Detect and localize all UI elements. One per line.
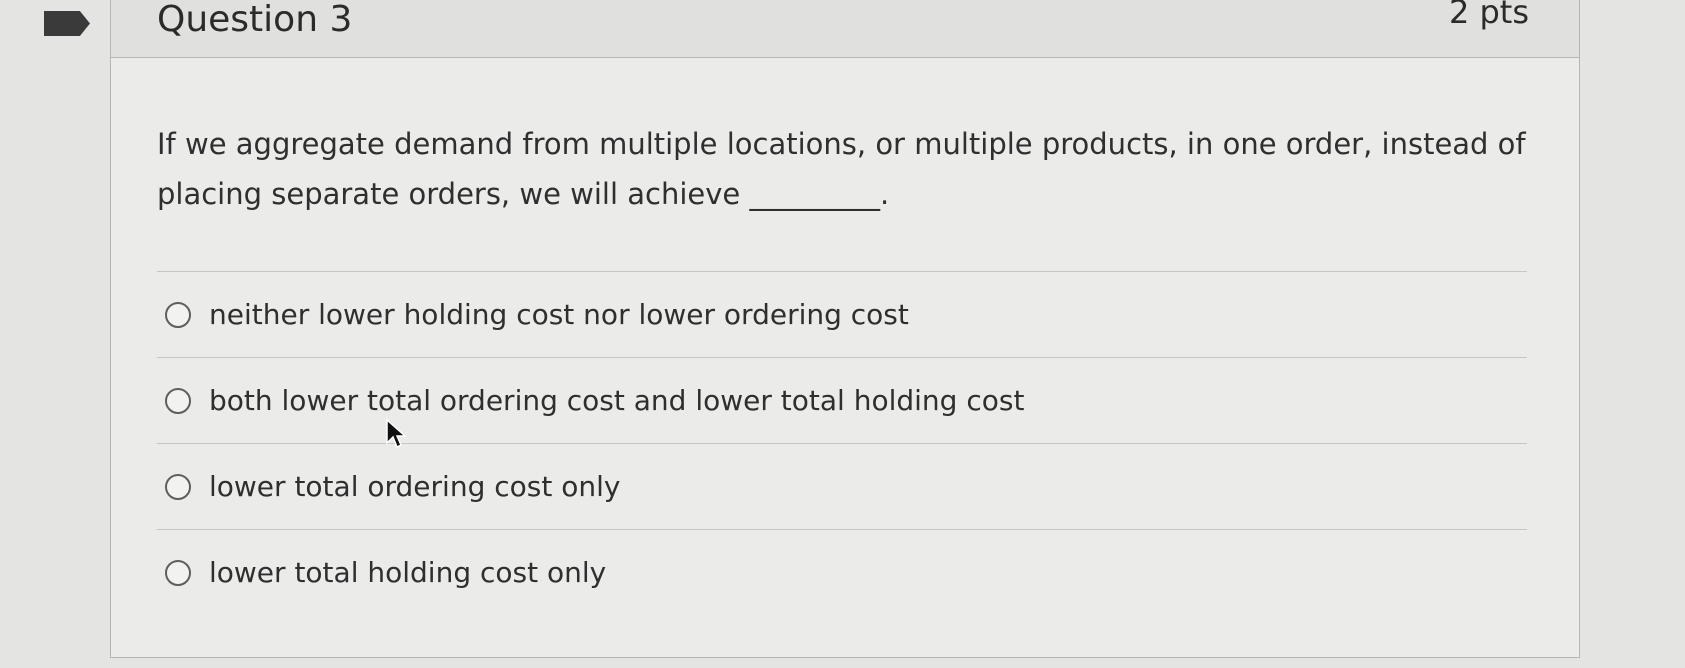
quiz-page: Question 3 2 pts If we aggregate demand … (0, 0, 1685, 668)
answer-label[interactable]: lower total ordering cost only (209, 470, 620, 503)
answer-option[interactable]: both lower total ordering cost and lower… (157, 357, 1527, 443)
question-points: 2 pts (1448, 0, 1529, 31)
answer-option[interactable]: lower total holding cost only (157, 529, 1527, 615)
answer-option[interactable]: lower total ordering cost only (157, 443, 1527, 529)
radio-button[interactable] (165, 387, 191, 414)
answer-label[interactable]: lower total holding cost only (209, 556, 606, 589)
radio-button[interactable] (165, 473, 191, 500)
radio-button[interactable] (165, 559, 191, 586)
radio-button[interactable] (165, 301, 191, 328)
flag-icon[interactable] (44, 11, 90, 36)
question-card: Question 3 2 pts If we aggregate demand … (110, 0, 1580, 658)
question-header: Question 3 2 pts (111, 0, 1579, 58)
answer-label[interactable]: neither lower holding cost nor lower ord… (209, 298, 909, 331)
question-prompt: If we aggregate demand from multiple loc… (157, 127, 1526, 211)
answer-label[interactable]: both lower total ordering cost and lower… (209, 384, 1024, 417)
question-title: Question 3 (157, 0, 353, 40)
answer-option[interactable]: neither lower holding cost nor lower ord… (157, 271, 1527, 357)
mouse-pointer-icon (386, 419, 407, 449)
